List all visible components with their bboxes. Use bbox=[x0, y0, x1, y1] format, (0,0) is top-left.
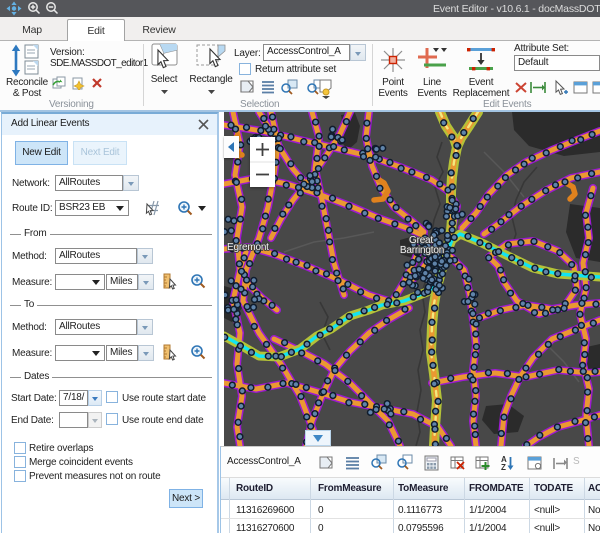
svg-text:Barrington: Barrington bbox=[400, 245, 444, 256]
svg-text:Z: Z bbox=[501, 463, 506, 472]
svg-text:Egremont: Egremont bbox=[227, 242, 269, 253]
